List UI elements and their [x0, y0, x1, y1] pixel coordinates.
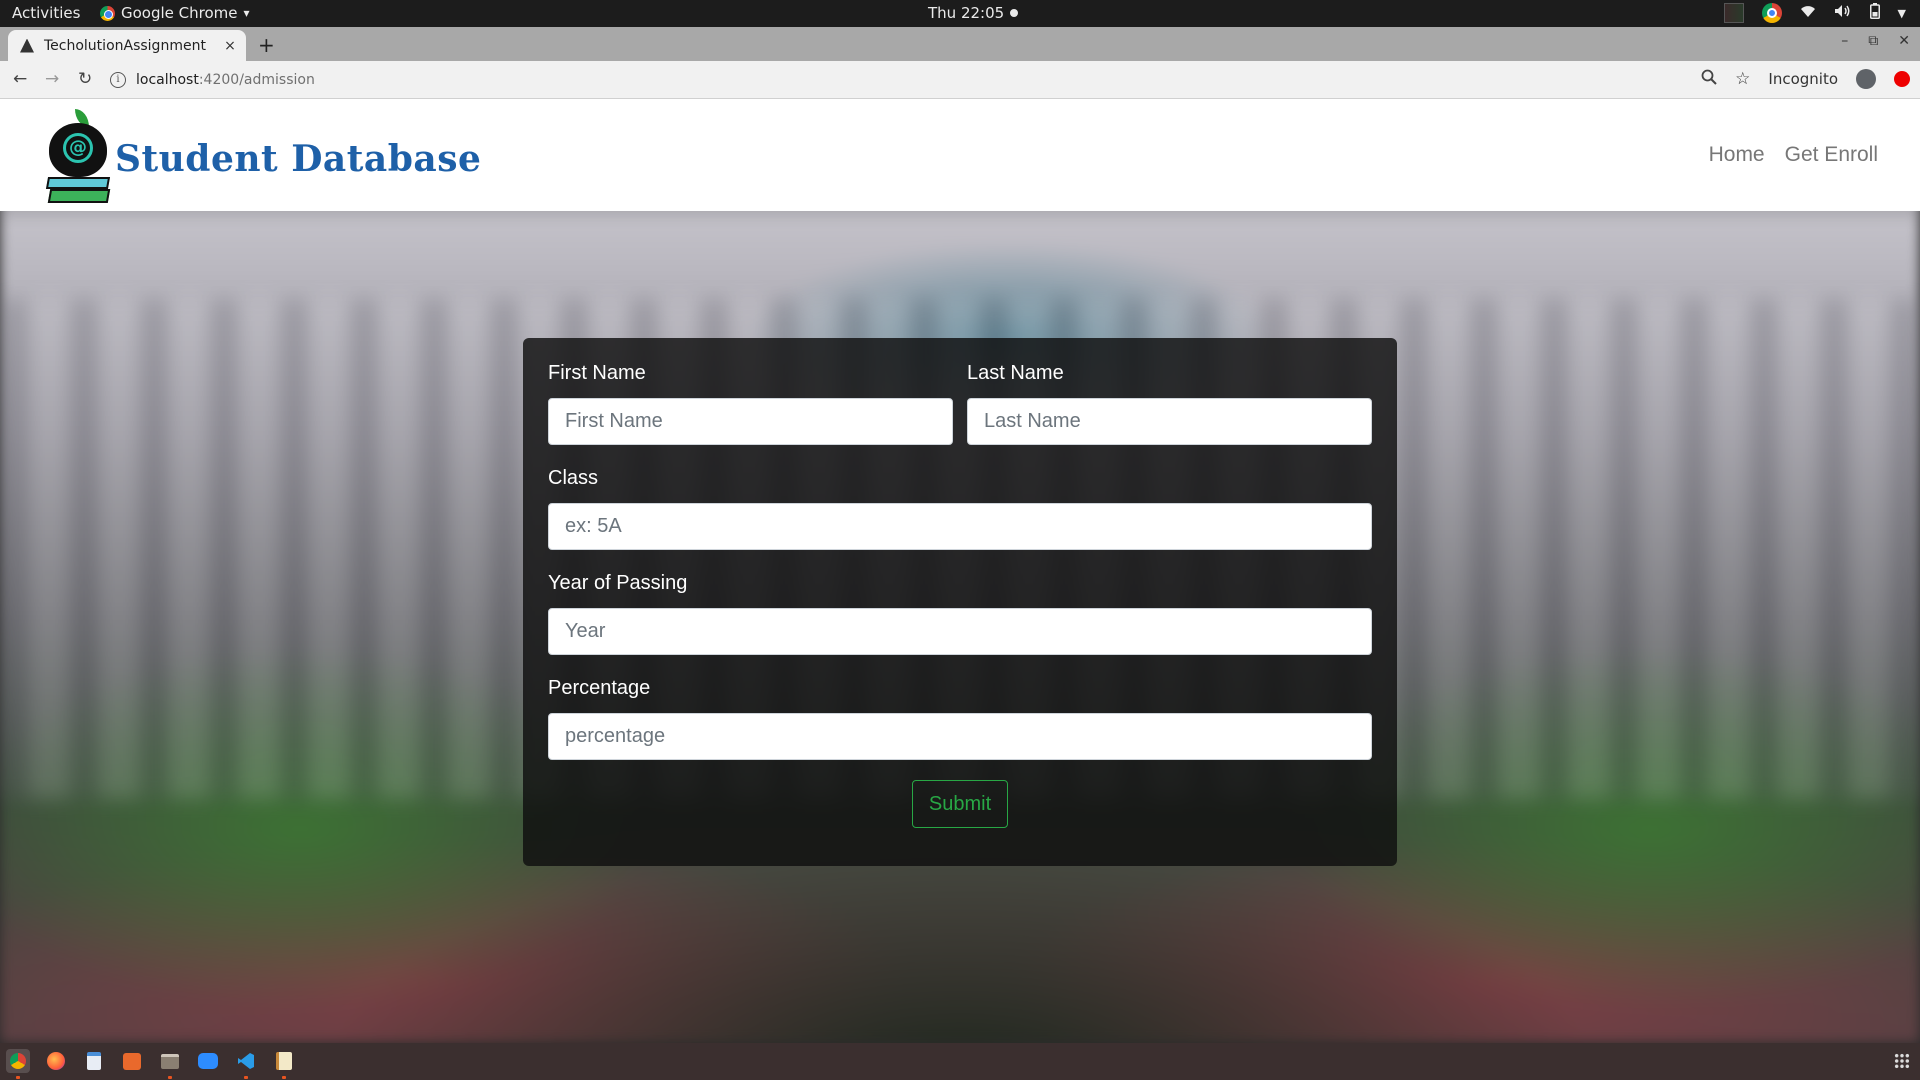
browser-tab[interactable]: TecholutionAssignment × [8, 30, 246, 61]
site-navbar: @ Student Database Home Get Enroll [0, 99, 1920, 211]
clock-label: Thu 22:05 [928, 4, 1005, 22]
notification-dot-icon [1010, 9, 1019, 17]
activities-button[interactable]: Activities [12, 4, 80, 22]
running-indicator [168, 1076, 172, 1079]
submit-button[interactable]: Submit [912, 780, 1008, 828]
screen-thumbnail-icon[interactable] [1723, 3, 1744, 23]
percentage-label: Percentage [548, 677, 651, 699]
system-tray[interactable]: ▼ [1723, 3, 1906, 23]
angular-favicon-icon [20, 38, 34, 53]
site-logo[interactable]: @ Student Database [45, 105, 481, 209]
nav-links: Home Get Enroll [1709, 143, 1878, 167]
file-manager-icon[interactable] [158, 1049, 182, 1073]
page-viewport: @ Student Database Home Get Enroll First… [0, 99, 1920, 1043]
zoom-icon[interactable] [196, 1049, 220, 1073]
apple-books-logo-icon: @ [45, 105, 111, 209]
site-info-icon[interactable]: i [110, 72, 126, 88]
chrome-icon [100, 5, 115, 21]
extension-icon[interactable] [1894, 71, 1910, 87]
reload-icon[interactable]: ↻ [78, 69, 92, 89]
clock[interactable]: Thu 22:05 [928, 4, 1019, 22]
window-controls: – ⧉ ✕ [1841, 33, 1910, 49]
percentage-input[interactable] [548, 713, 1372, 760]
system-menu-arrow-icon: ▼ [1897, 6, 1906, 20]
nav-link-home[interactable]: Home [1709, 143, 1765, 167]
text-editor-icon[interactable] [272, 1049, 296, 1073]
chrome-icon[interactable] [1761, 3, 1782, 23]
firefox-icon[interactable] [44, 1049, 68, 1073]
system-top-bar: Activities Google Chrome ▾ Thu 22:05 ▼ [0, 0, 1920, 27]
close-window-icon[interactable]: ✕ [1898, 33, 1910, 49]
address-bar[interactable]: i localhost:4200/admission [110, 67, 1750, 93]
chrome-icon[interactable] [6, 1049, 30, 1073]
chevron-down-icon: ▾ [243, 6, 250, 20]
last-name-input[interactable] [967, 398, 1372, 445]
restore-icon[interactable]: ⧉ [1868, 33, 1878, 49]
toolbar-actions: ☆ Incognito [1701, 69, 1910, 89]
browser-toolbar: ← → ↻ i localhost:4200/admission ☆ Incog… [0, 61, 1920, 99]
back-arrow-icon[interactable]: ← [13, 69, 27, 89]
url-path: :4200/admission [198, 72, 315, 88]
vscode-icon[interactable] [234, 1049, 258, 1073]
incognito-label[interactable]: Incognito [1768, 70, 1838, 88]
incognito-icon[interactable] [1856, 69, 1876, 89]
volume-icon [1834, 4, 1852, 22]
brand-name: Student Database [115, 138, 482, 180]
app-menu-label: Google Chrome [121, 4, 238, 22]
nav-link-get-enroll[interactable]: Get Enroll [1785, 143, 1878, 167]
running-indicator [244, 1076, 248, 1079]
wifi-icon [1800, 4, 1816, 22]
show-applications-grid-icon[interactable] [1894, 1053, 1910, 1069]
first-name-input[interactable] [548, 398, 953, 445]
new-tab-button[interactable]: + [258, 33, 275, 57]
software-store-icon[interactable] [120, 1049, 144, 1073]
forward-arrow-icon[interactable]: → [45, 69, 59, 89]
year-input[interactable] [548, 608, 1372, 655]
submit-wrapper: Submit [548, 780, 1372, 828]
tab-title: TecholutionAssignment [44, 37, 206, 54]
running-indicator [16, 1076, 20, 1079]
class-input[interactable] [548, 503, 1372, 550]
year-of-passing-label: Year of Passing [548, 572, 688, 594]
files-doc-icon[interactable] [82, 1049, 106, 1073]
first-name-label: First Name [548, 362, 646, 384]
app-menu[interactable]: Google Chrome ▾ [100, 4, 250, 22]
admission-form: First Name Last Name Class Year of Passi… [523, 338, 1397, 866]
url-host: localhost [136, 72, 199, 88]
class-label: Class [548, 467, 599, 489]
bookmark-star-icon[interactable]: ☆ [1735, 69, 1750, 89]
battery-icon [1869, 3, 1880, 23]
dock-taskbar [0, 1043, 1920, 1080]
minimize-icon[interactable]: – [1841, 33, 1848, 49]
browser-tab-strip: TecholutionAssignment × + – ⧉ ✕ [0, 27, 1920, 61]
running-indicator [282, 1076, 286, 1079]
last-name-label: Last Name [967, 362, 1064, 384]
close-tab-icon[interactable]: × [220, 38, 240, 54]
zoom-icon[interactable] [1701, 69, 1717, 89]
